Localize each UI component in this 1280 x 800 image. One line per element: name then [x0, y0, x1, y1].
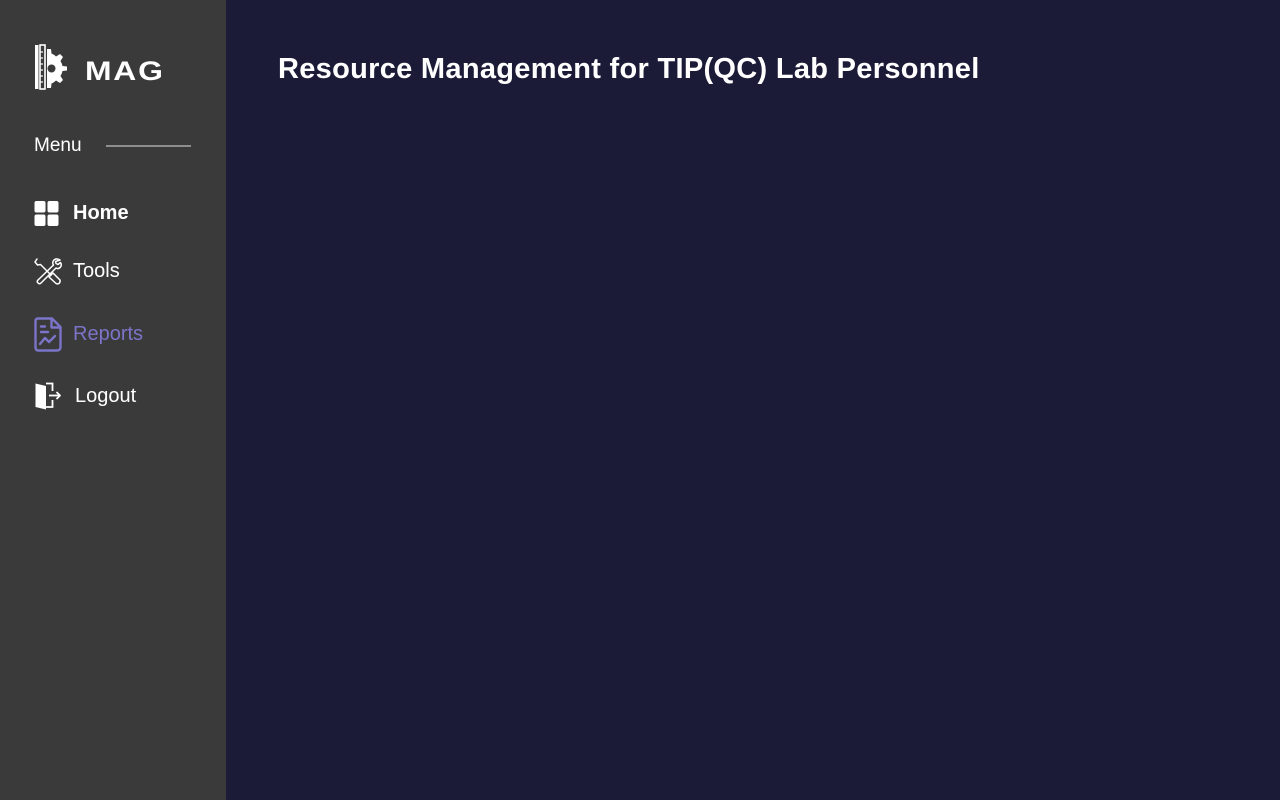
ruler-gear-icon — [35, 44, 67, 90]
sidebar-item-label: Home — [73, 202, 129, 224]
menu-heading-label: Menu — [34, 135, 82, 156]
sidebar: MAG Menu Home Tools Reports Logout — [0, 0, 226, 800]
sidebar-item-home[interactable]: Home — [34, 200, 129, 227]
menu-heading: Menu — [34, 134, 191, 158]
sidebar-item-reports[interactable]: Reports — [34, 317, 143, 352]
brand-logo[interactable]: MAG — [34, 44, 163, 90]
wrench-screwdriver-icon — [34, 257, 62, 286]
door-exit-icon — [34, 382, 62, 410]
sidebar-item-label: Reports — [73, 323, 144, 345]
dashboard-grid-icon — [34, 200, 59, 227]
sidebar-item-label: Tools — [73, 260, 120, 282]
menu-heading-divider — [105, 145, 191, 147]
report-document-icon — [34, 317, 62, 352]
sidebar-item-label: Logout — [75, 384, 137, 407]
page-title: Resource Management for TIP(QC) Lab Pers… — [278, 53, 980, 85]
main-content: Resource Management for TIP(QC) Lab Pers… — [226, 0, 1280, 800]
sidebar-item-tools[interactable]: Tools — [34, 257, 120, 286]
sidebar-item-logout[interactable]: Logout — [34, 382, 136, 410]
brand-name: MAG — [85, 55, 165, 86]
